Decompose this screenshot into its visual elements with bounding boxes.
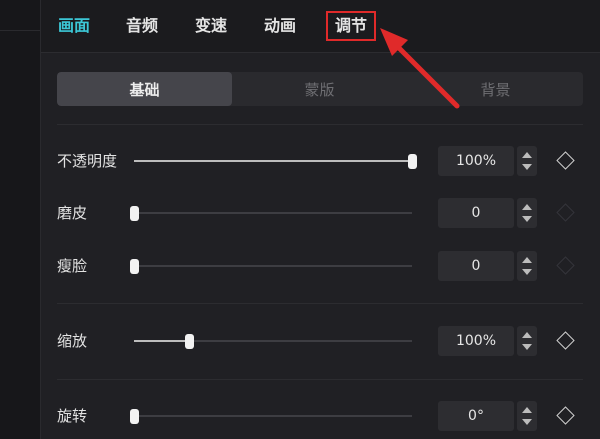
opacity-label: 不透明度: [57, 152, 118, 170]
scale-slider-fill: [134, 340, 190, 342]
rotate-row: 旋转 0°: [57, 401, 583, 431]
scale-row: 缩放 100%: [57, 326, 583, 356]
tab-bar: 画面 音频 变速 动画 调节: [41, 0, 600, 53]
opacity-row: 不透明度 100%: [57, 146, 583, 176]
smooth-skin-slider-thumb[interactable]: [130, 206, 139, 221]
slim-face-stepper[interactable]: [517, 251, 537, 281]
opacity-slider[interactable]: [134, 154, 417, 169]
slim-face-slider-thumb[interactable]: [130, 259, 139, 274]
chevron-down-icon[interactable]: [522, 344, 532, 350]
opacity-slider-thumb[interactable]: [408, 154, 417, 169]
slim-face-row: 瘦脸 0: [57, 251, 583, 281]
section-divider: [57, 379, 583, 380]
chevron-down-icon[interactable]: [522, 216, 532, 222]
rotate-value-field[interactable]: 0°: [438, 401, 514, 431]
smooth-skin-label: 磨皮: [57, 204, 88, 222]
section-divider: [57, 124, 583, 125]
subtab-mask[interactable]: 蒙版: [232, 72, 407, 106]
chevron-up-icon[interactable]: [522, 407, 532, 413]
scale-label: 缩放: [57, 332, 88, 350]
chevron-up-icon[interactable]: [522, 152, 532, 158]
left-panel-divider: [0, 30, 40, 31]
keyframe-diamond-icon: [556, 256, 575, 275]
rotate-slider[interactable]: [130, 409, 412, 424]
tab-audio[interactable]: 音频: [126, 14, 158, 38]
scale-slider-thumb[interactable]: [185, 334, 194, 349]
subtab-bar: 基础 蒙版 背景: [57, 72, 583, 106]
opacity-stepper[interactable]: [517, 146, 537, 176]
scale-value-field[interactable]: 100%: [438, 326, 514, 356]
smooth-skin-stepper[interactable]: [517, 198, 537, 228]
chevron-up-icon[interactable]: [522, 332, 532, 338]
chevron-down-icon[interactable]: [522, 164, 532, 170]
chevron-up-icon[interactable]: [522, 204, 532, 210]
keyframe-diamond-icon: [556, 203, 575, 222]
rotate-label: 旋转: [57, 407, 88, 425]
rotate-stepper[interactable]: [517, 401, 537, 431]
slim-face-value-field[interactable]: 0: [438, 251, 514, 281]
tab-speed[interactable]: 变速: [195, 14, 227, 38]
smooth-skin-value-field[interactable]: 0: [438, 198, 514, 228]
keyframe-diamond-icon[interactable]: [556, 406, 575, 425]
chevron-down-icon[interactable]: [522, 269, 532, 275]
chevron-down-icon[interactable]: [522, 419, 532, 425]
tab-animation[interactable]: 动画: [264, 14, 296, 38]
subtab-background[interactable]: 背景: [408, 72, 583, 106]
scale-slider[interactable]: [134, 334, 412, 349]
opacity-value-field[interactable]: 100%: [438, 146, 514, 176]
slim-face-slider[interactable]: [130, 259, 412, 274]
properties-panel: 画面 音频 变速 动画 调节 基础 蒙版 背景 不透明度 100% 磨皮 0 瘦…: [41, 0, 600, 439]
slim-face-label: 瘦脸: [57, 257, 88, 275]
keyframe-diamond-icon[interactable]: [556, 331, 575, 350]
smooth-skin-row: 磨皮 0: [57, 198, 583, 228]
keyframe-diamond-icon[interactable]: [556, 151, 575, 170]
scale-stepper[interactable]: [517, 326, 537, 356]
tab-adjust[interactable]: 调节: [325, 11, 377, 41]
left-side-panel: [0, 0, 41, 439]
rotate-slider-thumb[interactable]: [130, 409, 139, 424]
subtab-basic[interactable]: 基础: [57, 72, 232, 106]
tab-picture[interactable]: 画面: [58, 14, 90, 38]
section-divider: [57, 303, 583, 304]
chevron-up-icon[interactable]: [522, 257, 532, 263]
smooth-skin-slider[interactable]: [130, 206, 412, 221]
opacity-slider-fill: [134, 160, 412, 162]
